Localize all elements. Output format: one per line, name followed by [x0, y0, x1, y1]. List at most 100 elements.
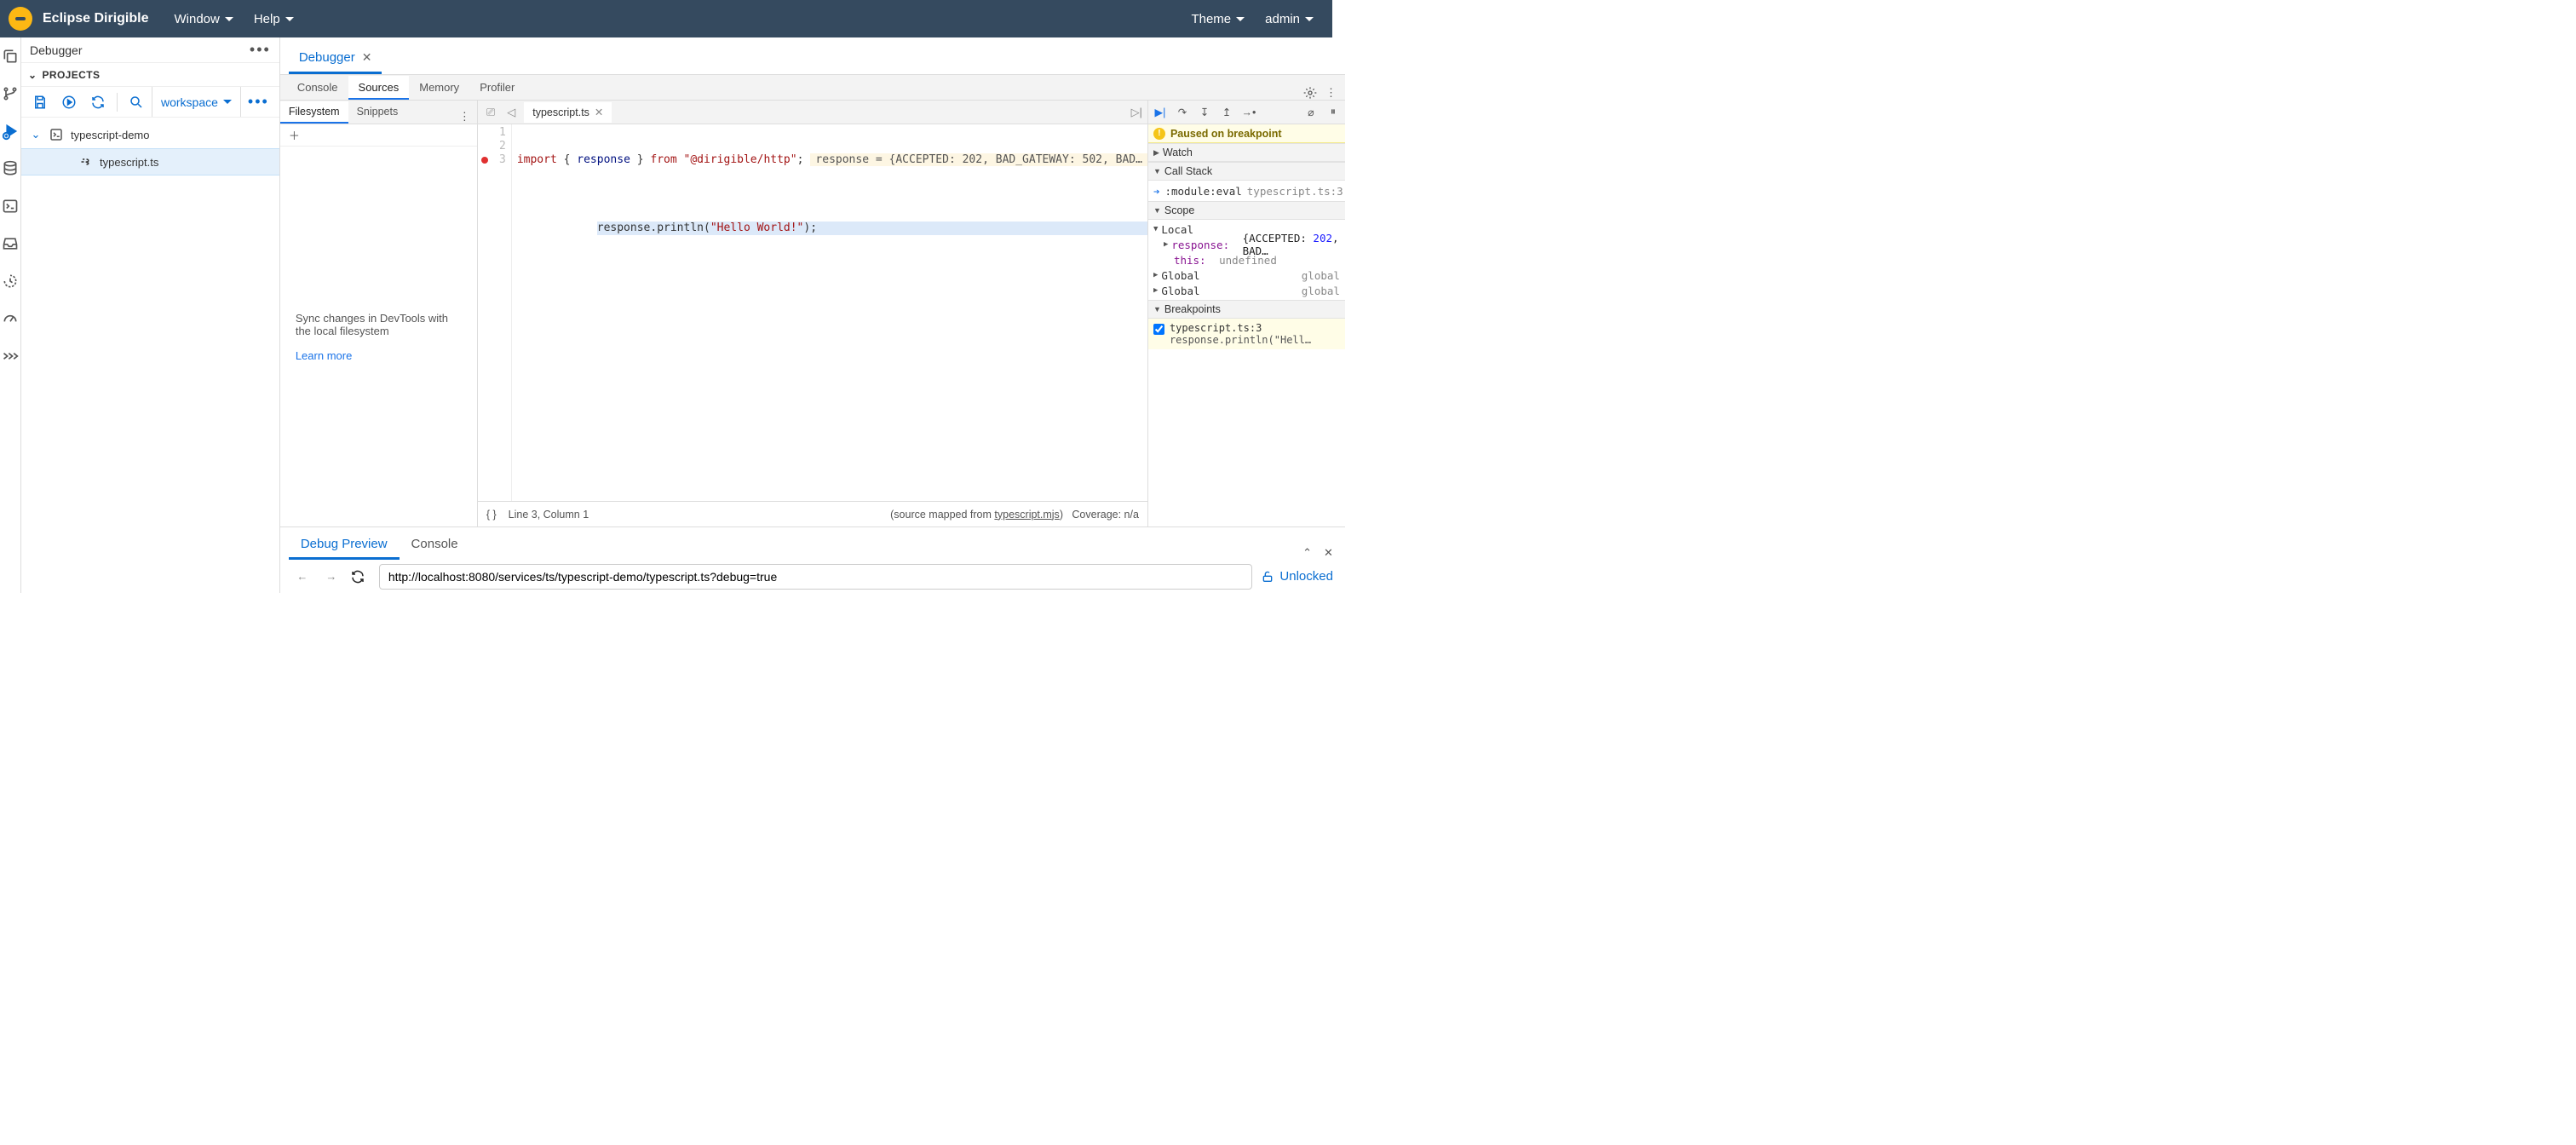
top-bar: Eclipse Dirigible Window Help Theme admi…: [0, 0, 1332, 37]
kebab-icon[interactable]: ⋮: [452, 110, 477, 124]
paused-banner: ! Paused on breakpoint: [1148, 124, 1345, 143]
menu-window[interactable]: Window: [164, 12, 243, 26]
stack-frame[interactable]: ➔ :module:eval typescript.ts:3: [1153, 182, 1340, 199]
chevron-down-icon: [1236, 17, 1245, 21]
tab-debugger[interactable]: Debugger ✕: [289, 43, 382, 74]
source-map-link[interactable]: typescript.mjs: [994, 509, 1059, 521]
projects-header[interactable]: ⌄ PROJECTS: [21, 63, 279, 87]
app-logo: [9, 7, 32, 31]
chevron-down-icon: ⌄: [28, 69, 37, 81]
breakpoint-item[interactable]: typescript.ts:3 response.println("Hello …: [1148, 319, 1345, 349]
tab-debug-preview[interactable]: Debug Preview: [289, 531, 400, 560]
deactivate-bp-icon[interactable]: ⌀: [1302, 106, 1320, 118]
main-tabstrip: Debugger ✕: [280, 37, 1345, 75]
breakpoints-section[interactable]: ▼Breakpoints: [1148, 300, 1345, 319]
chevron-down-icon: [225, 17, 233, 21]
copy-icon[interactable]: [0, 46, 20, 66]
run-icon[interactable]: [55, 89, 83, 116]
menu-help[interactable]: Help: [244, 12, 304, 26]
tab-console[interactable]: Console: [400, 531, 470, 560]
format-icon[interactable]: { }: [486, 509, 497, 521]
source-map-info: (source mapped from typescript.mjs): [890, 509, 1063, 521]
inline-eval: response = {ACCEPTED: 202, BAD_GATEWAY: …: [810, 153, 1147, 166]
workspace-selector[interactable]: workspace: [152, 87, 241, 117]
code-area[interactable]: 1 2 3 import { response } from "@dirigib…: [478, 124, 1147, 501]
nav-forward-icon[interactable]: ▷|: [1131, 106, 1142, 119]
breakpoint-checkbox[interactable]: [1153, 324, 1164, 335]
app-brand: Eclipse Dirigible: [43, 11, 148, 26]
resume-icon[interactable]: ▶|: [1152, 106, 1169, 118]
inbox-icon[interactable]: [0, 233, 20, 254]
editor-area: Debugger ✕ Console Sources Memory Profil…: [280, 37, 1345, 593]
explorer-more-icon[interactable]: •••: [243, 93, 274, 111]
bottom-panel: Debug Preview Console ⌃ ✕ ← → Unlocked: [280, 526, 1345, 593]
breakpoint-marker[interactable]: [481, 157, 488, 164]
fs-tab-snippets[interactable]: Snippets: [348, 101, 407, 124]
tree-file-node[interactable]: typescript.ts: [21, 148, 279, 175]
expand-up-icon[interactable]: ⌃: [1302, 546, 1312, 560]
callstack-section[interactable]: ▼Call Stack: [1148, 162, 1345, 181]
fs-tab-filesystem[interactable]: Filesystem: [280, 101, 348, 124]
dt-tab-console[interactable]: Console: [287, 76, 348, 100]
scope-global-1[interactable]: ▶Globalglobal: [1153, 268, 1340, 283]
save-icon[interactable]: [26, 89, 54, 116]
refresh-icon[interactable]: [84, 89, 112, 116]
terminal-icon[interactable]: [0, 196, 20, 216]
dt-tab-memory[interactable]: Memory: [409, 76, 469, 100]
pane-more-icon[interactable]: •••: [250, 41, 271, 59]
scope-global-2[interactable]: ▶Globalglobal: [1153, 283, 1340, 298]
url-input[interactable]: [379, 564, 1253, 590]
activity-bar: [0, 37, 21, 593]
nav-back-icon[interactable]: ◁: [503, 106, 519, 119]
scope-section[interactable]: ▼Scope: [1148, 201, 1345, 220]
coverage-info: Coverage: n/a: [1072, 509, 1139, 521]
nav-forward-icon[interactable]: →: [321, 570, 342, 583]
reload-icon[interactable]: [350, 569, 371, 584]
debug-icon[interactable]: [0, 121, 20, 141]
step-over-icon[interactable]: ↷: [1174, 106, 1191, 118]
learn-more-link[interactable]: Learn more: [296, 349, 462, 362]
pause-exceptions-icon[interactable]: ⏸: [1325, 106, 1342, 118]
workflow-icon[interactable]: [0, 346, 20, 366]
nav-files-icon[interactable]: ⎚: [483, 106, 498, 119]
step-icon[interactable]: →•: [1240, 106, 1257, 118]
git-branch-icon[interactable]: [0, 83, 20, 104]
chevron-down-icon: [1305, 17, 1314, 21]
kebab-icon[interactable]: ⋮: [1325, 86, 1337, 100]
explorer-toolbar: workspace •••: [21, 87, 279, 118]
step-out-icon[interactable]: ↥: [1218, 106, 1235, 118]
database-icon[interactable]: [0, 158, 20, 179]
dt-tab-profiler[interactable]: Profiler: [469, 76, 525, 100]
watch-section[interactable]: ▶Watch: [1148, 143, 1345, 162]
search-icon[interactable]: [123, 89, 150, 116]
code-content[interactable]: import { response } from "@dirigible/htt…: [512, 124, 1147, 501]
ts-file-icon: [78, 154, 93, 170]
unlock-button[interactable]: Unlocked: [1261, 569, 1333, 584]
filesystem-pane: Filesystem Snippets ⋮ ＋ Sync changes in …: [280, 101, 478, 526]
gutter[interactable]: 1 2 3: [478, 124, 512, 501]
debugger-controls: ▶| ↷ ↧ ↥ →• ⌀ ⏸: [1148, 101, 1345, 124]
project-explorer: Debugger ••• ⌄ PROJECTS workspace ••• ⌄ …: [21, 37, 280, 593]
editor-file-tab[interactable]: typescript.ts ✕: [524, 102, 612, 123]
menu-theme[interactable]: Theme: [1181, 12, 1255, 26]
sync-message: Sync changes in DevTools with the local …: [296, 312, 462, 337]
gear-icon[interactable]: [1303, 86, 1317, 100]
chevron-down-icon: [223, 100, 232, 104]
step-into-icon[interactable]: ↧: [1196, 106, 1213, 118]
nav-back-icon[interactable]: ←: [292, 570, 313, 583]
scope-var-response[interactable]: ▶response: {ACCEPTED: 202, BAD…: [1153, 237, 1340, 252]
menu-user[interactable]: admin: [1255, 12, 1324, 26]
code-editor-pane: ⎚ ◁ typescript.ts ✕ ▷| 1 2 3 impor: [478, 101, 1147, 526]
editor-status-bar: { } Line 3, Column 1 (source mapped from…: [478, 501, 1147, 526]
close-icon[interactable]: ✕: [362, 50, 372, 65]
tree-project-node[interactable]: ⌄ typescript-demo: [21, 121, 279, 148]
gauge-icon[interactable]: [0, 308, 20, 329]
dt-tab-sources[interactable]: Sources: [348, 76, 410, 100]
add-folder-button[interactable]: ＋: [280, 124, 477, 147]
close-icon[interactable]: ✕: [1324, 546, 1333, 560]
warning-icon: !: [1153, 128, 1165, 140]
cursor-position: Line 3, Column 1: [509, 509, 589, 521]
debugger-pane: ▶| ↷ ↧ ↥ →• ⌀ ⏸ ! Paused on breakpoint ▶…: [1147, 101, 1345, 526]
close-icon[interactable]: ✕: [595, 106, 603, 118]
history-icon[interactable]: [0, 271, 20, 291]
